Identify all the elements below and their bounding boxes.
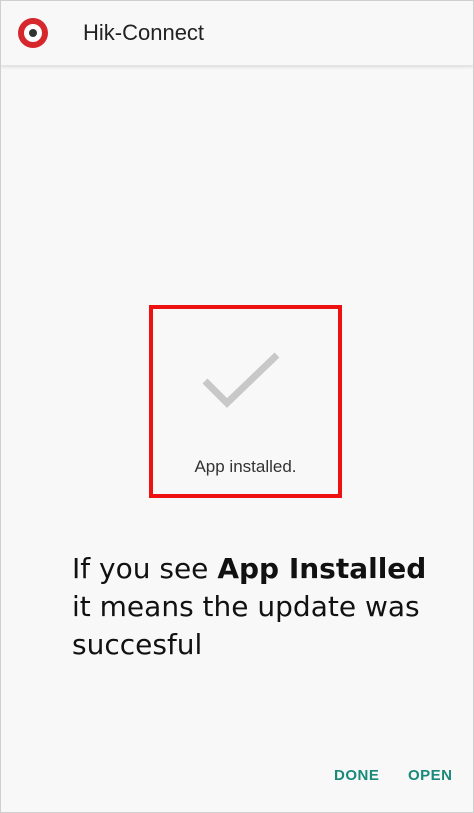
caption-bold-text: App Installed — [217, 552, 427, 585]
caption-text-end: it means the update was succesful — [72, 590, 420, 661]
highlight-box: App installed. — [149, 305, 342, 498]
installer-screen: Hik-Connect App installed. If you see Ap… — [0, 0, 474, 813]
app-icon-ring — [24, 24, 42, 42]
install-status-text: App installed. — [194, 457, 297, 476]
caption-text-start: If you see — [72, 552, 218, 585]
open-button[interactable]: OPEN — [408, 767, 453, 784]
done-button[interactable]: DONE — [334, 767, 379, 784]
checkmark-icon — [202, 352, 280, 408]
instruction-caption: If you see App Installed it means the up… — [72, 550, 452, 664]
app-bar: Hik-Connect — [1, 1, 473, 66]
hik-connect-app-icon — [18, 18, 48, 48]
app-title: Hik-Connect — [83, 20, 205, 45]
app-icon-lens — [29, 29, 37, 37]
